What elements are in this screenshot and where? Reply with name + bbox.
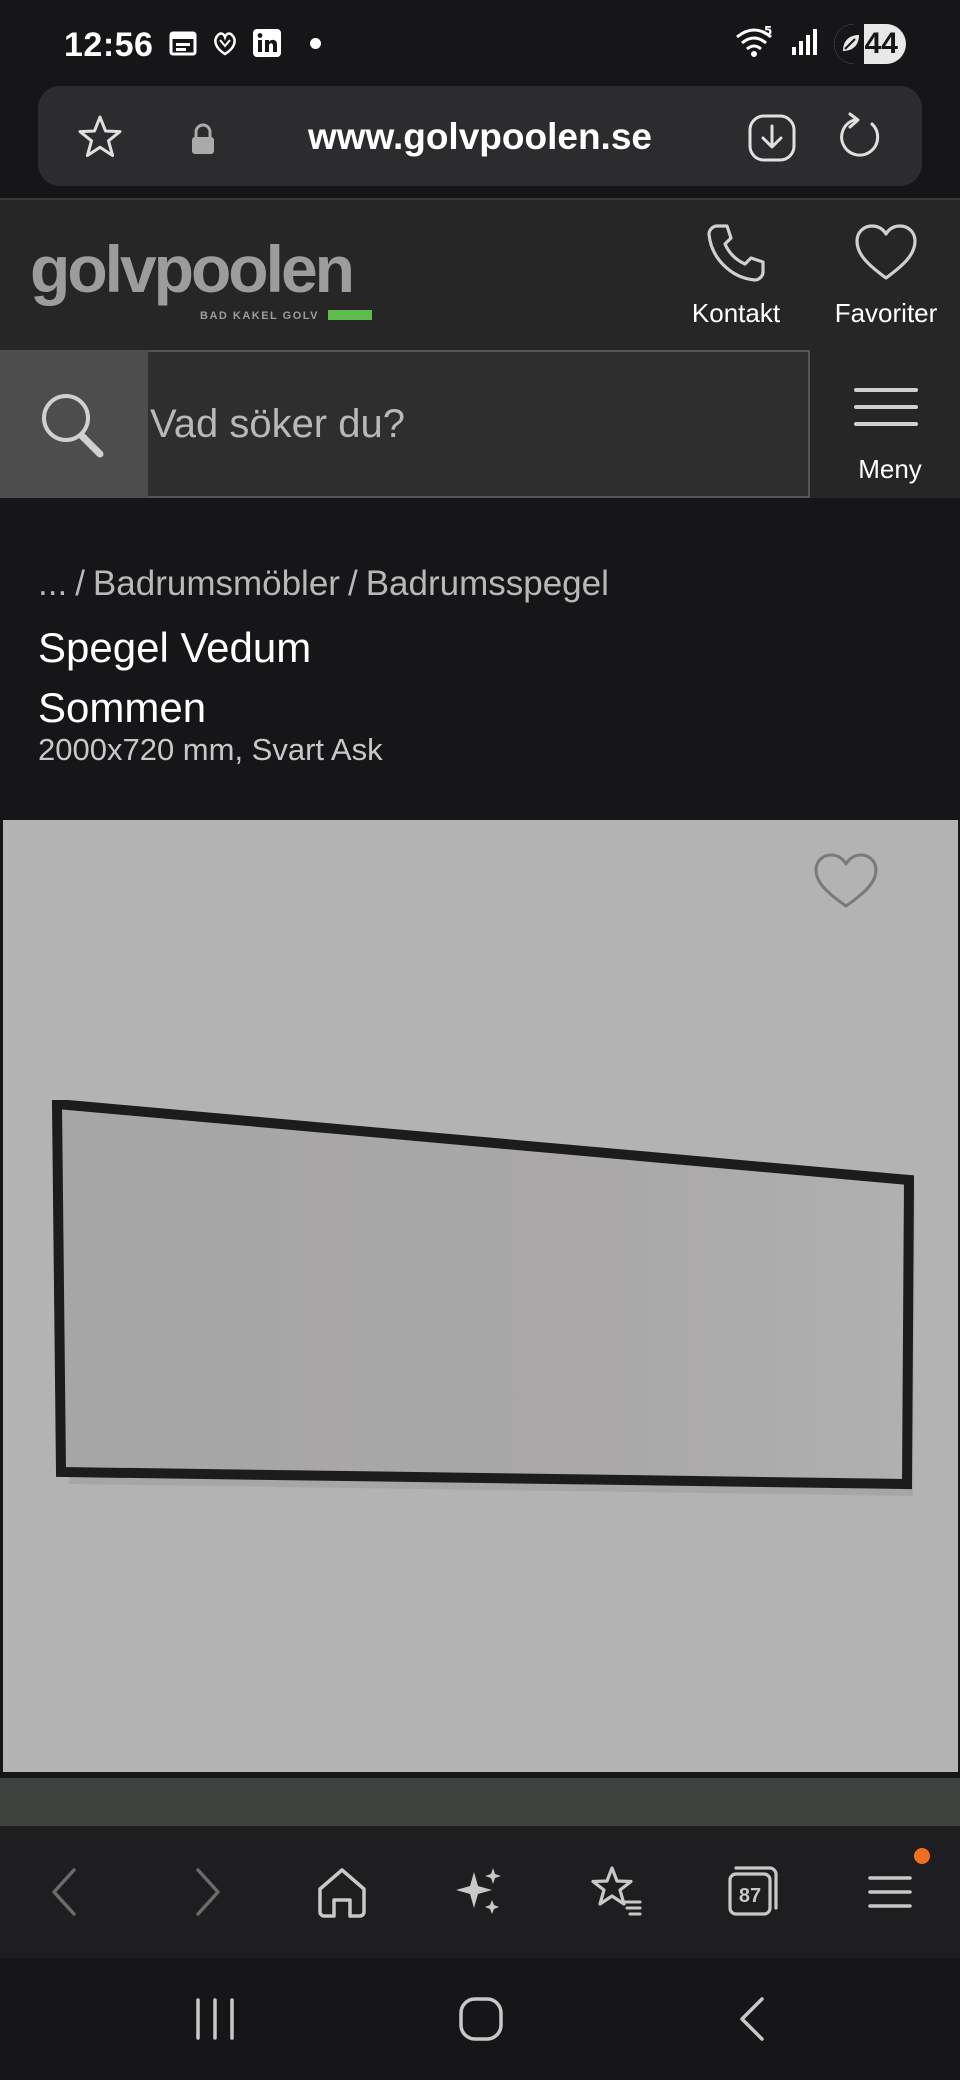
more-notifications-dot xyxy=(310,37,321,49)
product-title-line2: Sommen xyxy=(38,684,207,731)
favorites-button[interactable]: Favoriter xyxy=(826,220,946,329)
bookmarks-icon[interactable] xyxy=(586,1862,646,1922)
tab-count: 87 xyxy=(739,1885,761,1907)
add-to-favorites-heart-icon[interactable] xyxy=(811,850,881,912)
notification-icons xyxy=(168,28,321,58)
browser-toolbar: 87 xyxy=(0,1826,960,1958)
system-status-icons: 5 44 xyxy=(734,24,906,64)
system-navigation-bar xyxy=(0,1958,960,2080)
linkedin-icon xyxy=(252,28,282,58)
breadcrumb-ellipsis[interactable]: ... xyxy=(38,564,67,603)
svg-text:5: 5 xyxy=(764,25,772,38)
product-image[interactable] xyxy=(0,818,960,1774)
breadcrumb-item-badrumsmobler[interactable]: Badrumsmöbler xyxy=(93,564,340,603)
home-icon[interactable] xyxy=(312,1862,372,1922)
breadcrumb: ... / Badrumsmöbler / Badrumsspegel xyxy=(38,564,609,603)
menu-notification-dot xyxy=(914,1848,930,1864)
battery-level: 44 xyxy=(864,27,898,60)
signal-icon xyxy=(790,27,820,62)
download-icon[interactable] xyxy=(746,112,798,164)
calendar-icon xyxy=(168,28,198,58)
contact-button[interactable]: Kontakt xyxy=(684,220,788,329)
phone-icon xyxy=(707,224,765,282)
menu-label: Meny xyxy=(858,454,922,484)
product-info-strip xyxy=(0,1778,960,1826)
battery-indicator: 44 xyxy=(834,24,906,64)
status-time: 12:56 xyxy=(64,26,154,64)
status-bar: 12:56 5 44 xyxy=(0,0,960,86)
tabs-icon[interactable]: 87 xyxy=(722,1862,782,1922)
contact-label: Kontakt xyxy=(691,298,781,328)
search-input[interactable] xyxy=(148,350,810,498)
system-back-icon[interactable] xyxy=(728,1994,778,2044)
product-subtitle: 2000x720 mm, Svart Ask xyxy=(38,732,383,767)
reload-icon[interactable] xyxy=(832,110,888,166)
back-icon[interactable] xyxy=(36,1862,96,1922)
forward-icon[interactable] xyxy=(176,1862,236,1922)
heart-icon xyxy=(855,224,917,280)
logo-accent-bar xyxy=(328,310,372,320)
logo-wordmark: golvpoolen xyxy=(30,232,355,306)
product-title: Spegel Vedum Sommen xyxy=(38,618,311,738)
address-bar[interactable]: www.golvpoolen.se xyxy=(38,86,922,186)
site-header: golvpoolen BAD KAKEL GOLV Kontakt Favori… xyxy=(0,198,960,350)
browser-menu-icon[interactable] xyxy=(860,1862,920,1922)
mirror-image xyxy=(51,1100,915,1496)
site-logo[interactable]: golvpoolen BAD KAKEL GOLV xyxy=(30,236,380,326)
search-icon xyxy=(42,394,104,458)
sparkle-ai-icon[interactable] xyxy=(448,1862,508,1922)
hamburger-icon xyxy=(854,388,918,439)
power-saving-leaf-icon xyxy=(843,35,859,51)
search-button[interactable] xyxy=(0,350,148,498)
logo-tagline: BAD KAKEL GOLV xyxy=(200,310,319,322)
wifi-icon: 5 xyxy=(734,24,776,64)
product-header: ... / Badrumsmöbler / Badrumsspegel Spegel V… xyxy=(0,498,960,818)
product-title-line1: Spegel Vedum xyxy=(38,624,312,671)
search-row: Meny xyxy=(0,350,960,498)
app-notification-icon xyxy=(210,28,240,58)
system-home-icon[interactable] xyxy=(456,1994,506,2044)
breadcrumb-item-badrumsspegel[interactable]: Badrumsspegel xyxy=(366,564,609,603)
favorites-label: Favoriter xyxy=(834,298,938,328)
menu-button[interactable]: Meny xyxy=(820,350,960,498)
recent-apps-icon[interactable] xyxy=(190,1994,240,2044)
